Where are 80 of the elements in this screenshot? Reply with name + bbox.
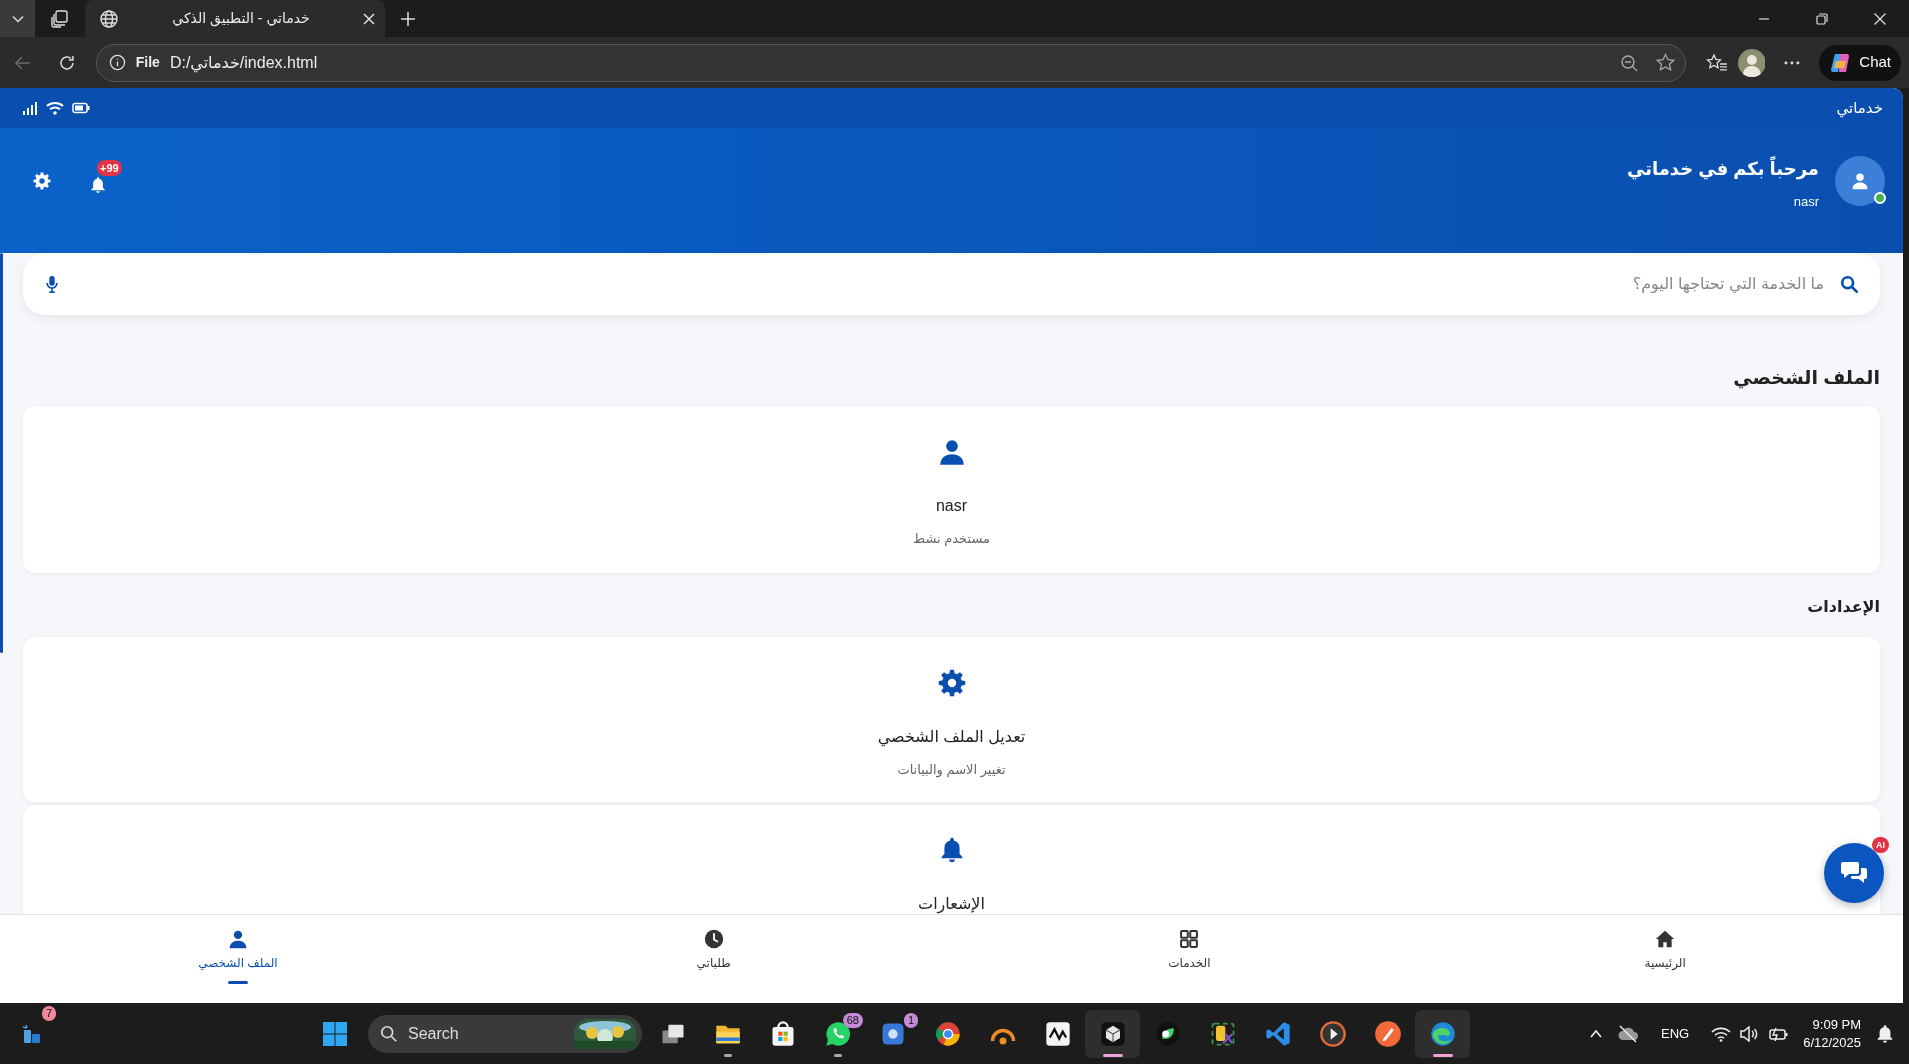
battery-icon [72,102,90,114]
volume-icon [1739,1025,1760,1042]
zoom-out-icon[interactable] [1619,53,1638,72]
search-label: Search [408,1023,460,1044]
leaf-icon [1153,1019,1182,1048]
taskbar-app-button[interactable]: 1 [865,1009,920,1058]
bell-icon[interactable] [89,175,107,194]
microphone-icon[interactable] [45,275,59,293]
favorites-icon[interactable] [1705,52,1728,73]
card-title: nasr [935,496,968,516]
taskbar-app-button[interactable] [1085,1009,1140,1058]
count-badge: 68 [842,1012,863,1028]
card-subtitle: تغيير الاسم والبيانات [897,761,1006,780]
section-title: الملف الشخصي [1732,366,1880,390]
option-card[interactable]: تعديل الملف الشخصي تغيير الاسم والبيانات [23,637,1880,802]
tab-actions-icon[interactable] [50,8,70,29]
star-icon[interactable] [1655,53,1675,72]
card-subtitle: مستخدم نشط [913,530,990,548]
cube-icon [1098,1019,1127,1048]
person-icon [1851,172,1869,190]
nav-tab[interactable]: طلباتي [475,915,952,1003]
nav-tab[interactable]: الملف الشخصي [0,915,476,1003]
profile-avatar[interactable] [1737,48,1766,77]
clock-time[interactable]: 9:09 PM [1803,1015,1861,1034]
search-icon [380,1024,398,1043]
close-icon[interactable] [363,12,375,25]
notification-badge: +99 [97,160,122,176]
play-icon [1318,1019,1347,1048]
url-text: D:/خدماتي/index.html [169,52,319,75]
tab-title: خدماتي - التطبيق الذكي [171,9,311,29]
signal-icon [22,101,38,115]
wifi-icon [1711,1025,1732,1042]
taskbar-search-field[interactable]: Search [368,1014,642,1053]
search-icon[interactable] [1840,275,1858,293]
person-icon [227,929,248,949]
search-input[interactable]: ما الخدمة التي تحتاجها اليوم؟ [73,271,1826,297]
ai-badge: AI [1872,837,1889,853]
globe-icon [99,8,119,29]
nav-tab[interactable]: الخدمات [951,915,1428,1003]
person-icon [937,438,966,466]
settings-icon[interactable] [33,172,51,190]
app-title: خدماتي [1836,97,1883,120]
grid-icon [1179,929,1200,949]
network-sound-battery[interactable] [1711,1025,1790,1042]
restore-icon[interactable] [1815,11,1829,26]
zigzag-icon [1043,1019,1072,1048]
home-icon [1655,929,1676,949]
reload-icon[interactable] [57,53,76,72]
scrollbar-thumb[interactable] [0,253,3,653]
settings-icon [937,669,966,697]
welcome-title: مرحباً بكم في خدماتي [1627,158,1819,180]
wifi-icon [46,101,64,115]
count-badge: 1 [903,1012,918,1028]
card-title: تعديل الملف الشخصي [877,727,1026,747]
username: nasr [1792,193,1819,211]
windows-logo-icon [322,1020,348,1047]
cloud-off-icon[interactable] [1617,1024,1639,1043]
taskbar-app-button[interactable]: 68 [810,1009,865,1058]
clock-date[interactable]: 6/12/2025 [1803,1033,1861,1052]
browser-tab[interactable]: خدماتي - التطبيق الذكي [85,0,385,37]
close-icon[interactable] [1873,11,1887,26]
browser-icon [933,1019,962,1048]
battery-icon [1767,1025,1790,1042]
scheme-label: File [135,53,160,72]
plus-icon[interactable] [399,10,416,27]
pen-icon [1373,1019,1402,1048]
edge-icon [1428,1019,1457,1048]
user-avatar[interactable] [1835,156,1885,206]
chat-bubbles-icon [1840,860,1868,886]
section-title: الإعدادات [1806,597,1880,618]
chat-button[interactable]: Chat [1819,44,1901,81]
widgets-badge: 7 [42,1005,57,1021]
notification-bell-icon[interactable] [1875,1023,1895,1044]
clock-icon [703,929,724,949]
card-title: الإشعارات [918,894,985,914]
language-indicator[interactable]: ENG [1653,1023,1698,1044]
nav-tab[interactable]: الرئيسية [1427,915,1903,1003]
info-icon[interactable] [108,54,126,71]
taskbar-app-button[interactable] [1415,1009,1470,1058]
search-field[interactable]: ما الخدمة التي تحتاجها اليوم؟ [23,253,1880,315]
